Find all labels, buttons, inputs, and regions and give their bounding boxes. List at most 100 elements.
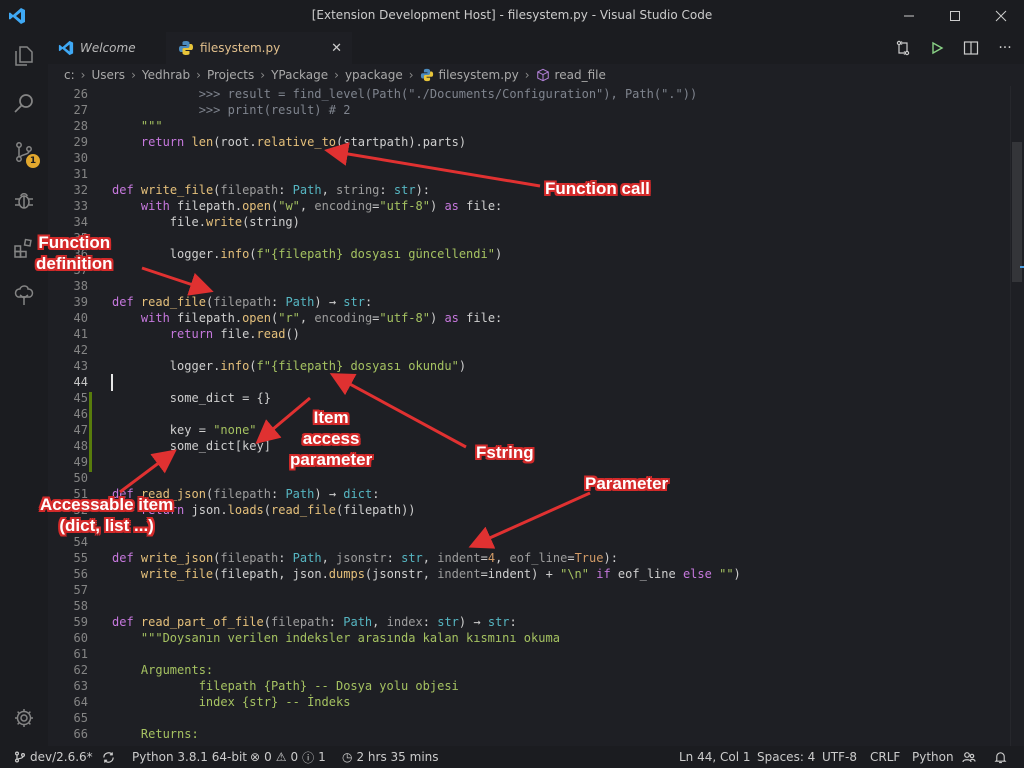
code-line[interactable]: 64 index {str} -- İndeks xyxy=(48,694,1008,710)
error-icon: ⊗ xyxy=(250,750,261,764)
minimize-icon[interactable] xyxy=(886,0,932,32)
feedback-icon[interactable] xyxy=(962,746,976,768)
code-line[interactable]: 33 with filepath.open("w", encoding="utf… xyxy=(48,198,1008,214)
branch-status[interactable]: dev/2.6.6* xyxy=(14,746,93,768)
line-number: 63 xyxy=(73,679,88,693)
tab-welcome[interactable]: Welcome xyxy=(48,32,166,64)
code-line[interactable]: 41 return file.read() xyxy=(48,326,1008,342)
breadcrumb-item[interactable]: Users xyxy=(91,68,125,82)
code-line[interactable]: 60 """Doysanın verilen indeksler arasınd… xyxy=(48,630,1008,646)
line-number: 64 xyxy=(73,695,88,709)
code-line[interactable]: 35 xyxy=(48,230,1008,246)
code-line[interactable]: 52 return json.loads(read_file(filepath)… xyxy=(48,502,1008,518)
notifications-icon[interactable] xyxy=(994,746,1007,768)
annotation-accessable-item: Accessable item (dict, list ...) xyxy=(40,495,174,535)
annotation-item-access: Item access parameter xyxy=(290,408,373,469)
line-number: 47 xyxy=(73,423,88,437)
code-line[interactable]: 29 return len(root.relative_to(startpath… xyxy=(48,134,1008,150)
code-line[interactable]: 31 xyxy=(48,166,1008,182)
maximize-icon[interactable] xyxy=(932,0,978,32)
tab-filesystem-py[interactable]: filesystem.py ✕ xyxy=(166,32,352,64)
code-line[interactable]: 37 xyxy=(48,262,1008,278)
scrollbar[interactable] xyxy=(1010,86,1024,746)
branch-label: dev/2.6.6* xyxy=(30,750,93,764)
python-interpreter[interactable]: Python 3.8.1 64-bit xyxy=(132,746,247,768)
code-line[interactable]: 58 xyxy=(48,598,1008,614)
debug-icon[interactable] xyxy=(0,176,48,224)
line-number: 49 xyxy=(73,455,88,469)
code-text: def read_part_of_file(filepath: Path, in… xyxy=(112,615,517,629)
breadcrumb-item[interactable]: Yedhrab xyxy=(142,68,190,82)
code-line[interactable]: 63 filepath {Path} -- Dosya yolu objesi xyxy=(48,678,1008,694)
code-line[interactable]: 59 def read_part_of_file(filepath: Path, … xyxy=(48,614,1008,630)
code-line[interactable]: 30 xyxy=(48,150,1008,166)
more-actions-icon[interactable]: ··· xyxy=(996,39,1014,57)
indentation[interactable]: Spaces: 4 xyxy=(757,746,815,768)
code-line[interactable]: 56 write_file(filepath, json.dumps(jsons… xyxy=(48,566,1008,582)
breadcrumb-item[interactable]: c: xyxy=(64,68,75,82)
line-number: 61 xyxy=(73,647,88,661)
code-editor[interactable]: 26 >>> result = find_level(Path("./Docum… xyxy=(48,86,1024,746)
code-line[interactable]: 55 def write_json(filepath: Path, jsonstr… xyxy=(48,550,1008,566)
code-line[interactable]: 38 xyxy=(48,278,1008,294)
breadcrumb-item[interactable]: ypackage xyxy=(345,68,403,82)
code-line[interactable]: 43 logger.info(f"{filepath} dosyası okun… xyxy=(48,358,1008,374)
tab-label: filesystem.py xyxy=(200,41,281,55)
scrollbar-thumb[interactable] xyxy=(1012,142,1022,282)
line-number: 62 xyxy=(73,663,88,677)
code-text: return file.read() xyxy=(169,327,300,341)
language-mode[interactable]: Python xyxy=(912,746,954,768)
code-line[interactable]: 32 def write_file(filepath: Path, string:… xyxy=(48,182,1008,198)
code-text: with filepath.open("r", encoding="utf-8"… xyxy=(140,311,503,325)
code-line[interactable]: 28 """ xyxy=(48,118,1008,134)
code-line[interactable]: 61 xyxy=(48,646,1008,662)
code-line[interactable]: 65 xyxy=(48,710,1008,726)
code-line[interactable]: 51 def read_json(filepath: Path) → dict: xyxy=(48,486,1008,502)
close-icon[interactable] xyxy=(978,0,1024,32)
code-line[interactable]: 50 xyxy=(48,470,1008,486)
encoding[interactable]: UTF-8 xyxy=(822,746,857,768)
line-ending[interactable]: CRLF xyxy=(870,746,900,768)
explorer-icon[interactable] xyxy=(0,32,48,80)
line-number: 43 xyxy=(73,359,88,373)
split-editor-icon[interactable] xyxy=(962,39,980,57)
sync-icon[interactable] xyxy=(102,746,115,768)
line-number: 31 xyxy=(73,167,88,181)
code-line[interactable]: 34 file.write(string) xyxy=(48,214,1008,230)
time-tracker[interactable]: ◷ 2 hrs 35 mins xyxy=(342,746,439,768)
code-line[interactable]: 62 Arguments: xyxy=(48,662,1008,678)
python-icon xyxy=(179,41,193,55)
code-line[interactable]: 45 some_dict = {} xyxy=(48,390,1008,406)
problems-status[interactable]: ⊗ 0 ⚠ 0 ⓘ 1 xyxy=(250,746,326,768)
source-control-icon[interactable]: 1 xyxy=(0,128,48,176)
code-line[interactable]: 57 xyxy=(48,582,1008,598)
breadcrumb-item[interactable]: filesystem.py xyxy=(439,68,519,82)
code-text: Arguments: xyxy=(112,663,214,677)
code-line[interactable]: 27 >>> print(result) # 2 xyxy=(48,102,1008,118)
line-number: 32 xyxy=(73,183,88,197)
code-line[interactable]: 39 def read_file(filepath: Path) → str: xyxy=(48,294,1008,310)
tree-icon[interactable] xyxy=(0,272,48,320)
code-line[interactable]: 47 key = "none" xyxy=(48,422,1008,438)
title-bar: [Extension Development Host] - filesyste… xyxy=(0,0,1024,32)
close-tab-icon[interactable]: ✕ xyxy=(331,41,342,56)
code-line[interactable]: 26 >>> result = find_level(Path("./Docum… xyxy=(48,86,1008,102)
compare-changes-icon[interactable] xyxy=(894,39,912,57)
code-line[interactable]: 66 Returns: xyxy=(48,726,1008,742)
cursor-position[interactable]: Ln 44, Col 1 xyxy=(679,746,751,768)
code-line[interactable]: 53 xyxy=(48,518,1008,534)
code-line[interactable]: 46 xyxy=(48,406,1008,422)
breadcrumb-item[interactable]: read_file xyxy=(555,68,606,82)
code-line[interactable]: 54 xyxy=(48,534,1008,550)
run-icon[interactable] xyxy=(928,39,946,57)
annotation-function-call: Function call xyxy=(545,179,650,198)
code-line[interactable]: 36 logger.info(f"{filepath} dosyası günc… xyxy=(48,246,1008,262)
code-line[interactable]: 44 xyxy=(48,374,1008,390)
breadcrumb-item[interactable]: YPackage xyxy=(271,68,328,82)
gear-icon[interactable] xyxy=(0,694,48,742)
breadcrumb-item[interactable]: Projects xyxy=(207,68,254,82)
search-icon[interactable] xyxy=(0,80,48,128)
line-number: 57 xyxy=(73,583,88,597)
code-line[interactable]: 40 with filepath.open("r", encoding="utf… xyxy=(48,310,1008,326)
code-line[interactable]: 42 xyxy=(48,342,1008,358)
